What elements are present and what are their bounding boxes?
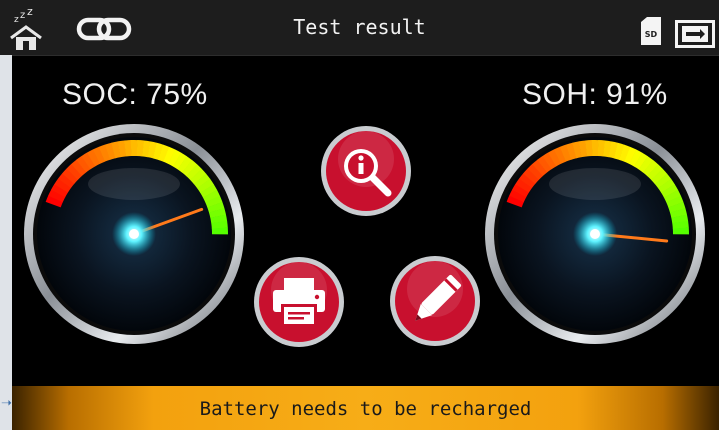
gauge-arc-segment: [633, 152, 648, 170]
pencil-icon: [390, 256, 480, 346]
gauge-arc-segment: [202, 189, 221, 203]
gauge-arc-segment: [207, 201, 225, 213]
gauge-arc-segment: [619, 144, 631, 162]
gauge-arc-segment: [666, 195, 684, 208]
gauge-arc-segment: [48, 189, 66, 203]
gauge-arc-segment: [629, 149, 643, 167]
gauge-arc-segment: [181, 159, 198, 177]
gauge-arc-segment: [658, 178, 675, 193]
sd-card-icon: SD: [641, 17, 661, 45]
gauge-arc-segment: [81, 152, 96, 170]
gauge-arc-segment: [542, 152, 557, 170]
gauge-arc-segment: [210, 214, 228, 224]
gauge-arc-segment: [66, 163, 83, 180]
status-message: Battery needs to be recharged: [199, 398, 532, 420]
window-edge: [0, 55, 12, 430]
gauge-arc-segment: [672, 220, 689, 229]
gauge-arc-segment: [509, 189, 527, 203]
gauge-arc-segment: [111, 141, 121, 159]
gauge-arc-segment: [603, 140, 612, 158]
sd-card-label: SD: [645, 30, 658, 39]
gauge-arc-segment: [177, 156, 193, 173]
gauge-arc-segment: [532, 159, 548, 177]
gauge-arc-segment: [668, 201, 686, 213]
gauge-arc-segment: [638, 156, 654, 173]
gauge-arc-segment: [642, 159, 659, 177]
gauge-arc-segment: [98, 144, 111, 162]
info-search-icon: [321, 126, 411, 216]
soc-gauge: [22, 122, 246, 346]
gauge-arc-segment: [572, 141, 582, 159]
gauge-arc-segment: [613, 142, 625, 160]
gauge-arc-segment: [190, 168, 207, 185]
gauge-arc-segment: [522, 168, 540, 184]
gauge-arc-segment: [51, 183, 69, 198]
gauge-arc-segment: [87, 149, 101, 167]
gauge-arc-segment: [651, 168, 668, 185]
gauge-arc-segment: [608, 141, 619, 159]
soh-gauge: [483, 122, 707, 346]
gauge-arc-segment: [142, 140, 151, 158]
gauge-arc-segment: [559, 144, 572, 162]
gauge-arc-segment: [186, 164, 202, 181]
switch-screen-icon: [675, 20, 715, 48]
gauge-arc-segment: [205, 195, 223, 208]
sd-card-status: SD: [640, 16, 662, 46]
gauge-arc-segment: [200, 184, 218, 198]
gauge-arc-segment: [661, 184, 679, 198]
gauge-arc-segment: [147, 141, 158, 159]
status-bar: Battery needs to be recharged: [12, 386, 719, 430]
top-bar: z z z Test result SD: [0, 0, 719, 56]
print-button[interactable]: [253, 256, 345, 348]
gauge-arc-segment: [537, 155, 552, 173]
soc-label: SOC: 75%: [62, 78, 208, 111]
switch-screen-button[interactable]: [675, 20, 715, 48]
edit-button[interactable]: [389, 255, 481, 347]
gauge-arc-segment: [76, 155, 91, 173]
gauge-arc-segment: [163, 146, 176, 165]
gauge-arc-segment: [663, 189, 682, 203]
gauge-arc-segment: [565, 142, 577, 160]
gauge-arc-segment: [104, 142, 116, 160]
gauge-arc-segment: [515, 178, 533, 193]
gauge-arc-segment: [624, 146, 637, 165]
gauge-arc-segment: [647, 164, 663, 181]
gauge-arc-segment: [92, 146, 106, 164]
gauge-arc-segment: [57, 173, 75, 189]
page-title: Test result: [293, 15, 426, 39]
gauge-arc-segment: [117, 140, 127, 158]
gauge-arc-segment: [671, 214, 689, 224]
gauge-arc-segment: [208, 208, 227, 219]
info-button[interactable]: [320, 125, 412, 217]
gauge-arc-segment: [578, 140, 588, 158]
gauge-arc-segment: [527, 163, 544, 180]
gauge-arc-segment: [193, 173, 211, 189]
gauge-arc-segment: [61, 168, 79, 184]
gauge-arc-segment: [45, 195, 63, 208]
gauge-arc-segment: [158, 144, 170, 162]
gauge-arc-segment: [506, 195, 524, 208]
gauge-arc-segment: [553, 146, 567, 164]
gauge-arc-segment: [168, 149, 182, 167]
gauge-arc-segment: [54, 178, 72, 193]
gauge-arc-segment: [669, 208, 688, 219]
gauge-arc-segment: [152, 142, 164, 160]
gauge-arc-segment: [172, 152, 187, 170]
gauge-arc-segment: [654, 173, 672, 189]
gauge-arc-segment: [548, 149, 562, 167]
gauge-arc-segment: [211, 220, 228, 229]
printer-icon: [254, 257, 344, 347]
test-result-screen: z z z Test result SD SOC: 75% SOH: 91% ➝…: [0, 0, 719, 430]
gauge-arc-segment: [197, 178, 214, 193]
gauge-arc-segment: [518, 173, 536, 189]
pointer-arrow-icon: ➝: [1, 396, 12, 411]
gauge-arc-segment: [512, 183, 530, 198]
soh-label: SOH: 91%: [522, 78, 668, 111]
gauge-arc-segment: [71, 159, 87, 177]
